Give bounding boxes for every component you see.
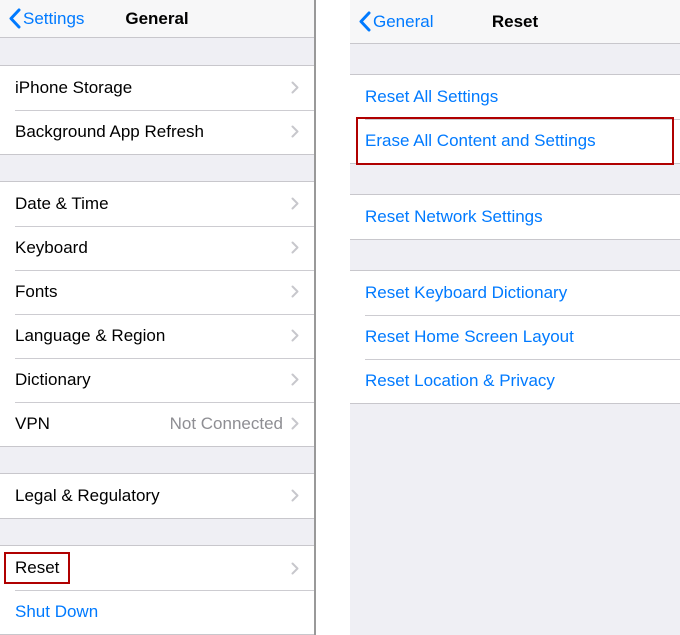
row-label: Keyboard xyxy=(15,238,291,258)
row-reset[interactable]: Reset xyxy=(0,546,314,590)
row-label: Fonts xyxy=(15,282,291,302)
row-label: Legal & Regulatory xyxy=(15,486,291,506)
section-gap xyxy=(350,240,680,270)
group-localization: Date & Time Keyboard Fonts Language & Re… xyxy=(0,181,314,447)
row-reset-all-settings[interactable]: Reset All Settings xyxy=(350,75,680,119)
group-reset-other: Reset Keyboard Dictionary Reset Home Scr… xyxy=(350,270,680,404)
chevron-right-icon xyxy=(291,329,299,342)
chevron-right-icon xyxy=(291,241,299,254)
section-gap xyxy=(0,38,314,64)
row-label: VPN xyxy=(15,414,170,434)
chevron-right-icon xyxy=(291,373,299,386)
group-reset-erase: Reset All Settings Erase All Content and… xyxy=(350,74,680,164)
chevron-right-icon xyxy=(291,197,299,210)
back-label: General xyxy=(373,12,433,32)
navbar-general: Settings General xyxy=(0,0,314,38)
back-label: Settings xyxy=(23,9,84,29)
chevron-left-icon xyxy=(8,8,21,29)
reset-pane: General Reset Reset All Settings Erase A… xyxy=(350,0,680,635)
chevron-right-icon xyxy=(291,285,299,298)
row-reset-keyboard-dictionary[interactable]: Reset Keyboard Dictionary xyxy=(350,271,680,315)
row-label: Dictionary xyxy=(15,370,291,390)
row-label: Reset Network Settings xyxy=(365,207,665,227)
row-legal-regulatory[interactable]: Legal & Regulatory xyxy=(0,474,314,518)
row-dictionary[interactable]: Dictionary xyxy=(0,358,314,402)
back-to-settings-button[interactable]: Settings xyxy=(8,8,84,29)
chevron-right-icon xyxy=(291,81,299,94)
row-label: Reset Location & Privacy xyxy=(365,371,665,391)
row-label: iPhone Storage xyxy=(15,78,291,98)
section-gap xyxy=(0,519,314,545)
row-reset-location-privacy[interactable]: Reset Location & Privacy xyxy=(350,359,680,403)
general-settings-pane: Settings General iPhone Storage Backgrou… xyxy=(0,0,316,635)
row-shut-down[interactable]: Shut Down xyxy=(0,590,314,634)
row-background-app-refresh[interactable]: Background App Refresh xyxy=(0,110,314,154)
row-label: Background App Refresh xyxy=(15,122,291,142)
row-iphone-storage[interactable]: iPhone Storage xyxy=(0,66,314,110)
group-reset-shutdown: Reset Shut Down xyxy=(0,545,314,635)
chevron-left-icon xyxy=(358,11,371,32)
row-reset-network-settings[interactable]: Reset Network Settings xyxy=(350,195,680,239)
group-reset-network: Reset Network Settings xyxy=(350,194,680,240)
section-gap xyxy=(0,155,314,181)
section-gap xyxy=(0,447,314,473)
row-value: Not Connected xyxy=(170,414,283,434)
row-erase-all-content[interactable]: Erase All Content and Settings xyxy=(350,119,680,163)
section-gap xyxy=(350,164,680,194)
row-label: Shut Down xyxy=(15,602,299,622)
chevron-right-icon xyxy=(291,417,299,430)
chevron-right-icon xyxy=(291,489,299,502)
group-legal: Legal & Regulatory xyxy=(0,473,314,519)
chevron-right-icon xyxy=(291,125,299,138)
navbar-reset: General Reset xyxy=(350,0,680,44)
row-fonts[interactable]: Fonts xyxy=(0,270,314,314)
row-date-time[interactable]: Date & Time xyxy=(0,182,314,226)
pane-separator xyxy=(316,0,350,635)
row-label: Reset Home Screen Layout xyxy=(365,327,665,347)
chevron-right-icon xyxy=(291,562,299,575)
row-label: Language & Region xyxy=(15,326,291,346)
row-label: Erase All Content and Settings xyxy=(365,131,665,151)
row-label: Reset All Settings xyxy=(365,87,665,107)
back-to-general-button[interactable]: General xyxy=(358,11,433,32)
section-gap xyxy=(350,44,680,74)
row-keyboard[interactable]: Keyboard xyxy=(0,226,314,270)
row-reset-home-screen-layout[interactable]: Reset Home Screen Layout xyxy=(350,315,680,359)
row-label: Reset xyxy=(15,558,291,578)
row-language-region[interactable]: Language & Region xyxy=(0,314,314,358)
row-label: Date & Time xyxy=(15,194,291,214)
row-label: Reset Keyboard Dictionary xyxy=(365,283,665,303)
row-vpn[interactable]: VPN Not Connected xyxy=(0,402,314,446)
group-storage: iPhone Storage Background App Refresh xyxy=(0,65,314,155)
